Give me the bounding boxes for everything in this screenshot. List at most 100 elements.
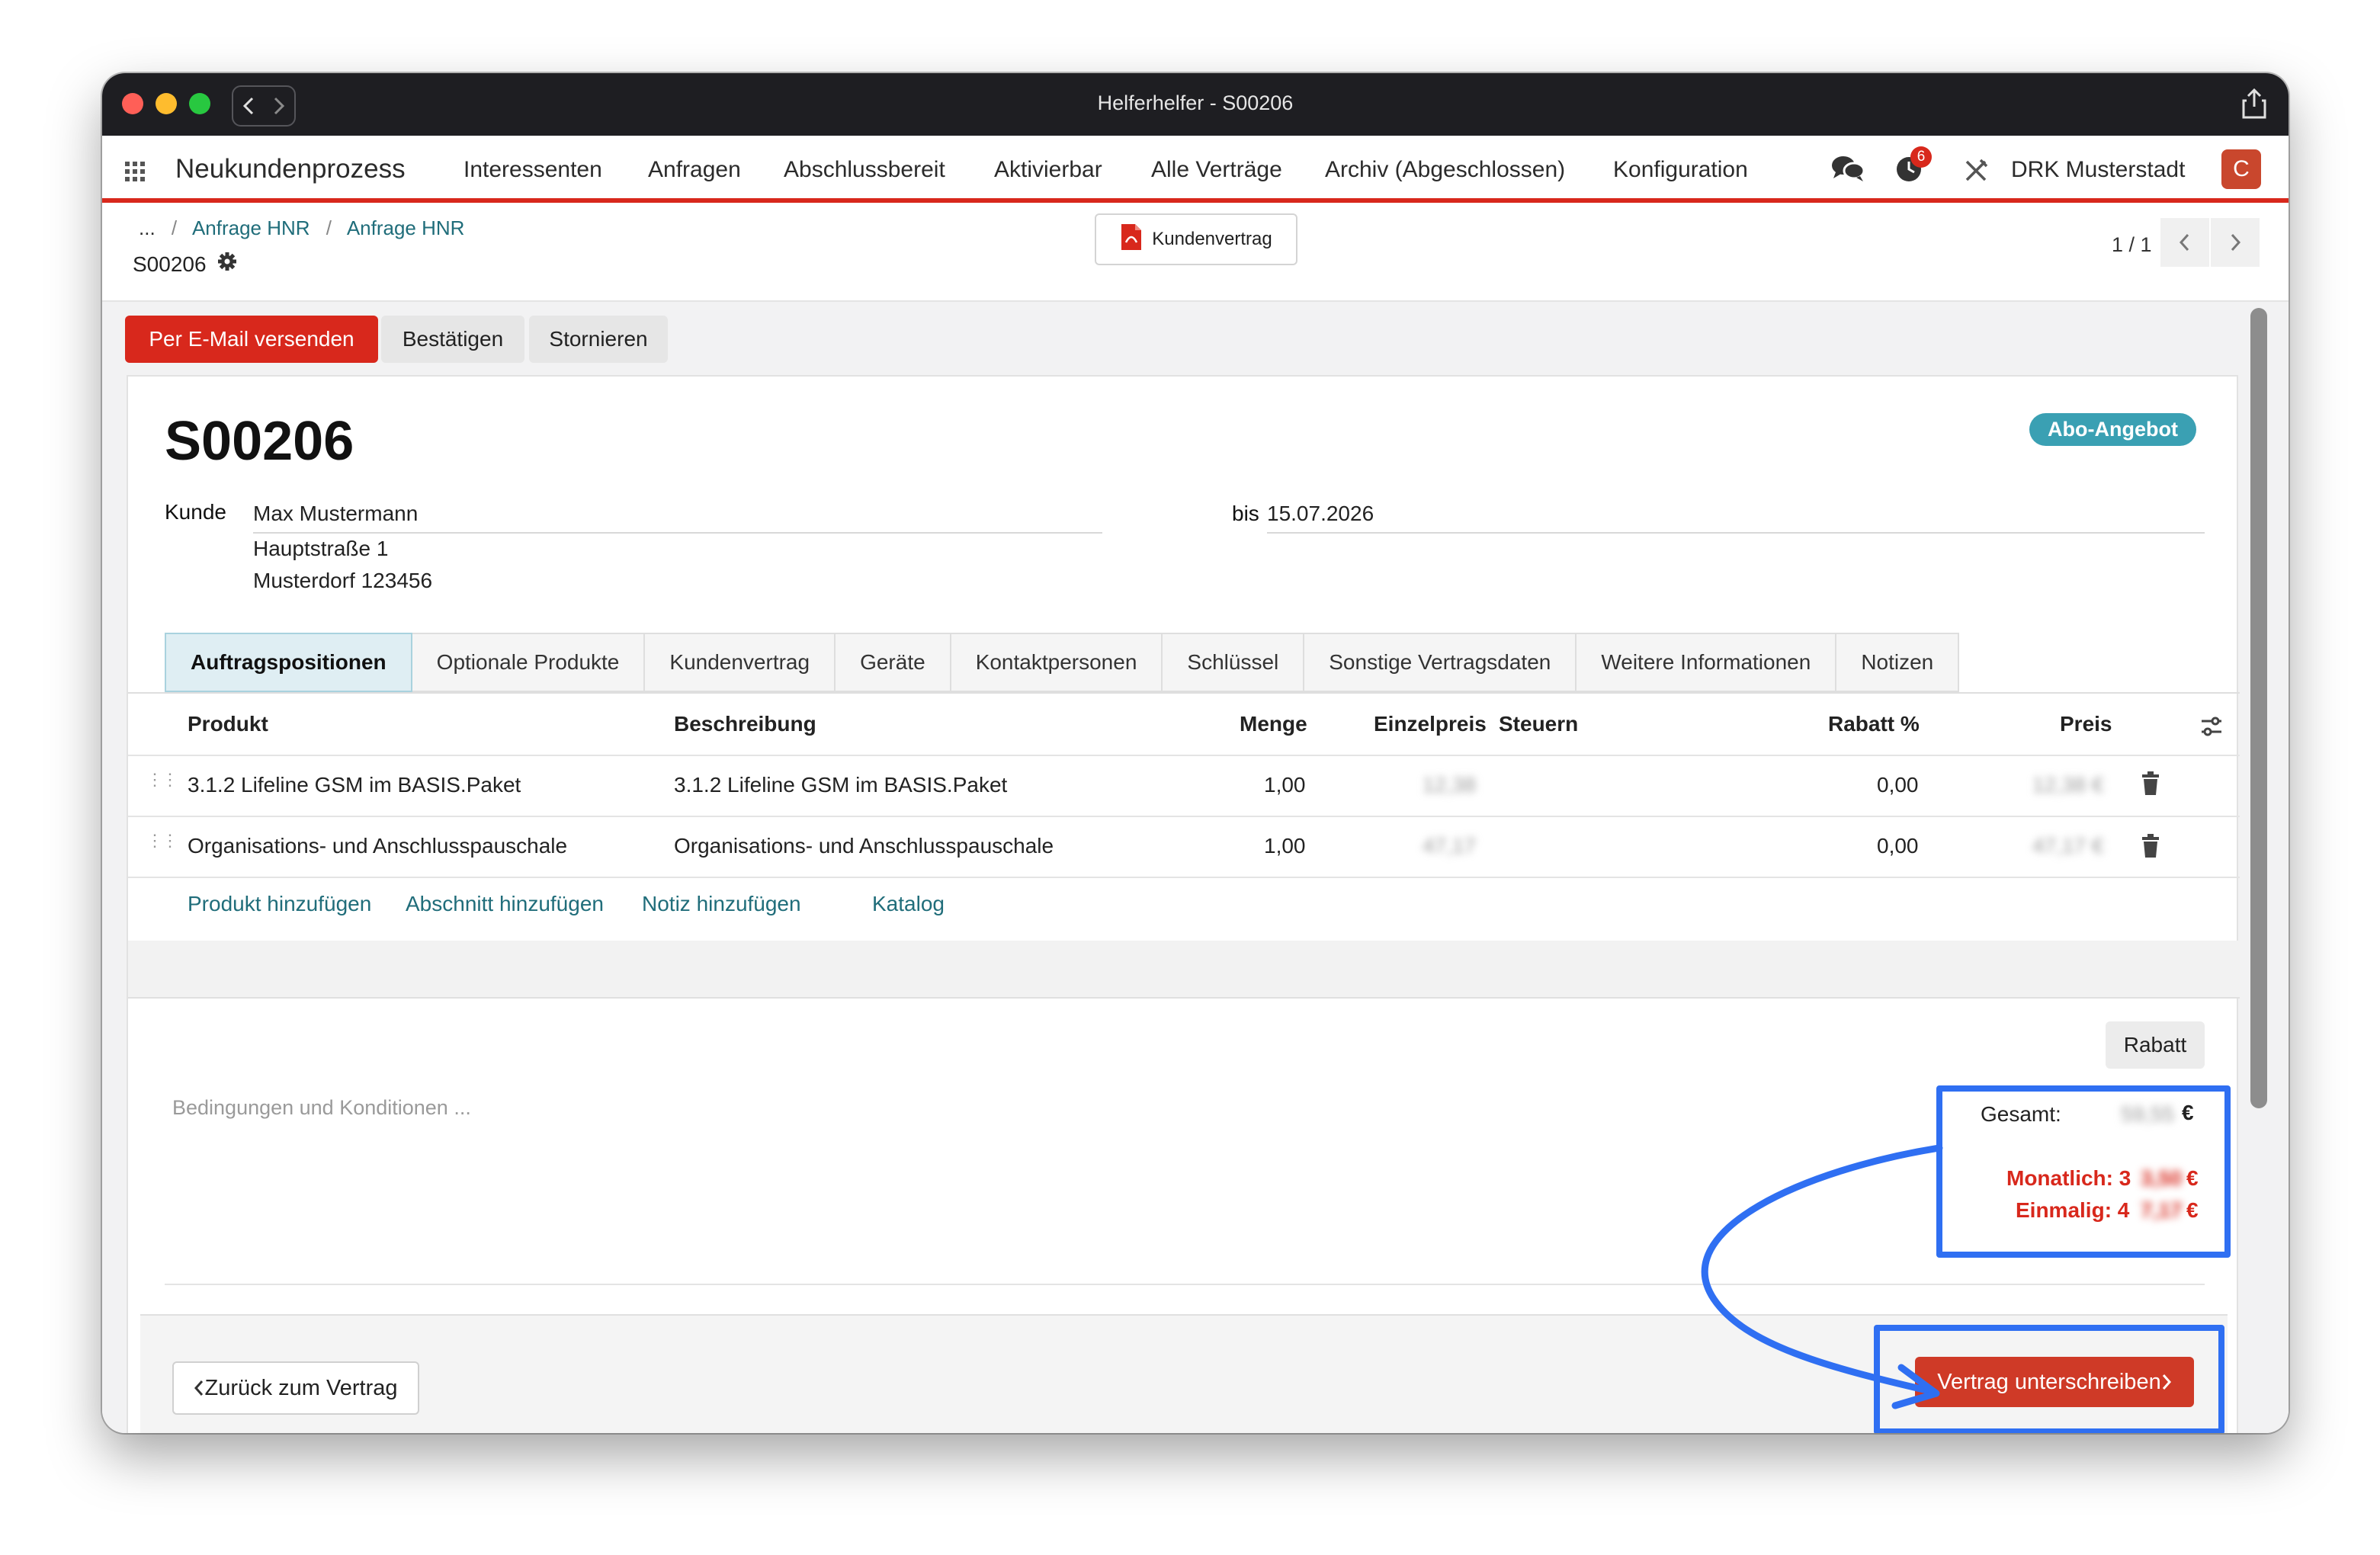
row-1-discount[interactable]: 0,00 — [1877, 773, 1919, 797]
customer-street: Hauptstraße 1 — [253, 537, 389, 560]
menu-archiv[interactable]: Archiv (Abgeschlossen) — [1325, 157, 1565, 183]
menu-alle-vertraege[interactable]: Alle Verträge — [1151, 157, 1282, 183]
column-settings-icon[interactable] — [2200, 715, 2223, 742]
row-divider — [128, 816, 2240, 817]
breadcrumb-separator: / — [171, 216, 178, 239]
drag-handle-icon[interactable]: ⋮⋮ — [146, 832, 178, 849]
validity-date-field[interactable]: 15.07.2026 — [1267, 502, 1374, 526]
current-record-name: S00206 — [133, 252, 207, 276]
form-sheet: S00206 Abo-Angebot Kunde Max Mustermann … — [127, 375, 2240, 1433]
highlight-arrow — [1701, 1144, 1943, 1409]
menu-abschlussbereit[interactable]: Abschlussbereit — [784, 157, 945, 183]
record-title: S00206 — [165, 411, 354, 472]
top-navbar: Neukundenprozess Interessenten Anfragen … — [102, 136, 2289, 203]
column-header-price[interactable]: Preis — [2060, 712, 2112, 736]
add-section-link[interactable]: Abschnitt hinzufügen — [406, 892, 604, 916]
drag-handle-icon[interactable]: ⋮⋮ — [146, 771, 178, 788]
pdf-file-icon — [1120, 223, 1143, 257]
tab-geraete[interactable]: Geräte — [836, 633, 951, 692]
validity-field-underline — [1267, 532, 2205, 534]
tab-weitere-informationen[interactable]: Weitere Informationen — [1577, 633, 1837, 692]
table-header-divider — [128, 755, 2240, 756]
row-divider — [128, 877, 2240, 878]
customer-city: Musterdorf 123456 — [253, 569, 433, 592]
pager-previous-button[interactable] — [2160, 218, 2209, 267]
breadcrumb-separator: / — [326, 216, 332, 239]
validity-label: bis — [1232, 502, 1259, 525]
back-to-contract-label: Zurück zum Vertrag — [204, 1375, 398, 1400]
totals-highlight-box — [1936, 1085, 2231, 1258]
column-header-qty[interactable]: Menge — [1240, 712, 1307, 736]
column-header-product[interactable]: Produkt — [188, 712, 268, 736]
gear-icon[interactable] — [217, 252, 237, 277]
window-title: Helferhelfer - S00206 — [1097, 91, 1294, 114]
status-badge: Abo-Angebot — [2029, 413, 2196, 446]
control-panel: ... / Anfrage HNR / Anfrage HNR S00206 K… — [102, 203, 2289, 302]
customer-field-underline — [253, 532, 1102, 534]
pager-value: 1 / 1 — [2112, 233, 2152, 256]
tab-kontaktpersonen[interactable]: Kontaktpersonen — [951, 633, 1163, 692]
kundenvertrag-label: Kundenvertrag — [1152, 229, 1272, 249]
row-2-price: 47,17 € — [2032, 834, 2104, 858]
breadcrumb-current: S00206 — [133, 252, 237, 277]
breadcrumb-item-anfrage-2[interactable]: Anfrage HNR — [347, 216, 465, 239]
breadcrumb-item-anfrage-1[interactable]: Anfrage HNR — [192, 216, 310, 239]
row-1-unit-price[interactable]: 12,38 — [1423, 773, 1476, 797]
confirm-button[interactable]: Bestätigen — [381, 316, 524, 363]
row-2-product[interactable]: Organisations- und Anschlusspauschale — [188, 834, 567, 858]
tab-sonstige-vertragsdaten[interactable]: Sonstige Vertragsdaten — [1304, 633, 1577, 692]
column-header-taxes[interactable]: Steuern — [1499, 712, 1578, 736]
row-1-price: 12,38 € — [2032, 773, 2104, 797]
tab-notizen[interactable]: Notizen — [1836, 633, 1960, 692]
menu-konfiguration[interactable]: Konfiguration — [1613, 157, 1748, 183]
app-brand[interactable]: Neukundenprozess — [175, 154, 406, 184]
user-avatar[interactable]: C — [2221, 149, 2261, 189]
row-1-description[interactable]: 3.1.2 Lifeline GSM im BASIS.Paket — [674, 773, 1007, 797]
chevron-left-icon — [194, 1380, 204, 1396]
send-email-button[interactable]: Per E-Mail versenden — [125, 316, 378, 363]
activity-count-badge: 6 — [1910, 146, 1932, 168]
trash-icon[interactable] — [2141, 834, 2160, 862]
tab-schluessel[interactable]: Schlüssel — [1163, 633, 1305, 692]
window-titlebar: Helferhelfer - S00206 — [102, 73, 2289, 136]
share-icon[interactable] — [2241, 88, 2267, 123]
debug-tools-icon[interactable] — [1964, 159, 1988, 187]
table-footer-band — [128, 941, 2240, 999]
pager-next-button[interactable] — [2211, 218, 2260, 267]
company-switcher[interactable]: DRK Musterstadt — [2011, 157, 2185, 183]
row-1-qty[interactable]: 1,00 — [1264, 773, 1306, 797]
breadcrumb-more[interactable]: ... — [139, 216, 156, 239]
catalog-link[interactable]: Katalog — [872, 892, 945, 916]
form-view: Per E-Mail versenden Bestätigen Stornier… — [102, 302, 2289, 1433]
customer-name-field[interactable]: Max Mustermann — [253, 502, 418, 526]
column-header-description[interactable]: Beschreibung — [674, 712, 816, 736]
column-header-unit-price[interactable]: Einzelpreis — [1374, 712, 1487, 736]
row-2-description[interactable]: Organisations- und Anschlusspauschale — [674, 834, 1054, 858]
menu-aktivierbar[interactable]: Aktivierbar — [994, 157, 1102, 183]
kundenvertrag-smart-button[interactable]: Kundenvertrag — [1095, 213, 1297, 265]
cancel-button[interactable]: Stornieren — [529, 316, 668, 363]
notebook-tabs: Auftragspositionen Optionale Produkte Ku… — [165, 633, 1960, 692]
discount-button[interactable]: Rabatt — [2106, 1021, 2205, 1069]
menu-anfragen[interactable]: Anfragen — [648, 157, 741, 183]
tab-kundenvertrag[interactable]: Kundenvertrag — [645, 633, 836, 692]
breadcrumb: ... / Anfrage HNR / Anfrage HNR — [139, 216, 464, 240]
tab-auftragspositionen[interactable]: Auftragspositionen — [165, 633, 412, 692]
column-header-discount[interactable]: Rabatt % — [1828, 712, 1920, 736]
apps-menu-icon[interactable] — [125, 162, 145, 185]
scrollbar[interactable] — [2250, 308, 2267, 1108]
back-to-contract-button[interactable]: Zurück zum Vertrag — [172, 1361, 419, 1415]
add-product-link[interactable]: Produkt hinzufügen — [188, 892, 371, 916]
tabs-divider — [128, 692, 2240, 694]
chat-icon[interactable] — [1831, 154, 1865, 188]
row-1-product[interactable]: 3.1.2 Lifeline GSM im BASIS.Paket — [188, 773, 521, 797]
trash-icon[interactable] — [2141, 771, 2160, 800]
row-2-qty[interactable]: 1,00 — [1264, 834, 1306, 858]
terms-input[interactable]: Bedingungen und Konditionen ... — [172, 1096, 471, 1120]
menu-interessenten[interactable]: Interessenten — [463, 157, 602, 183]
app-window: Helferhelfer - S00206 Neukundenprozess I… — [102, 73, 2289, 1433]
row-2-unit-price[interactable]: 47,17 — [1423, 834, 1476, 858]
add-note-link[interactable]: Notiz hinzufügen — [642, 892, 801, 916]
tab-optionale-produkte[interactable]: Optionale Produkte — [412, 633, 646, 692]
row-2-discount[interactable]: 0,00 — [1877, 834, 1919, 858]
